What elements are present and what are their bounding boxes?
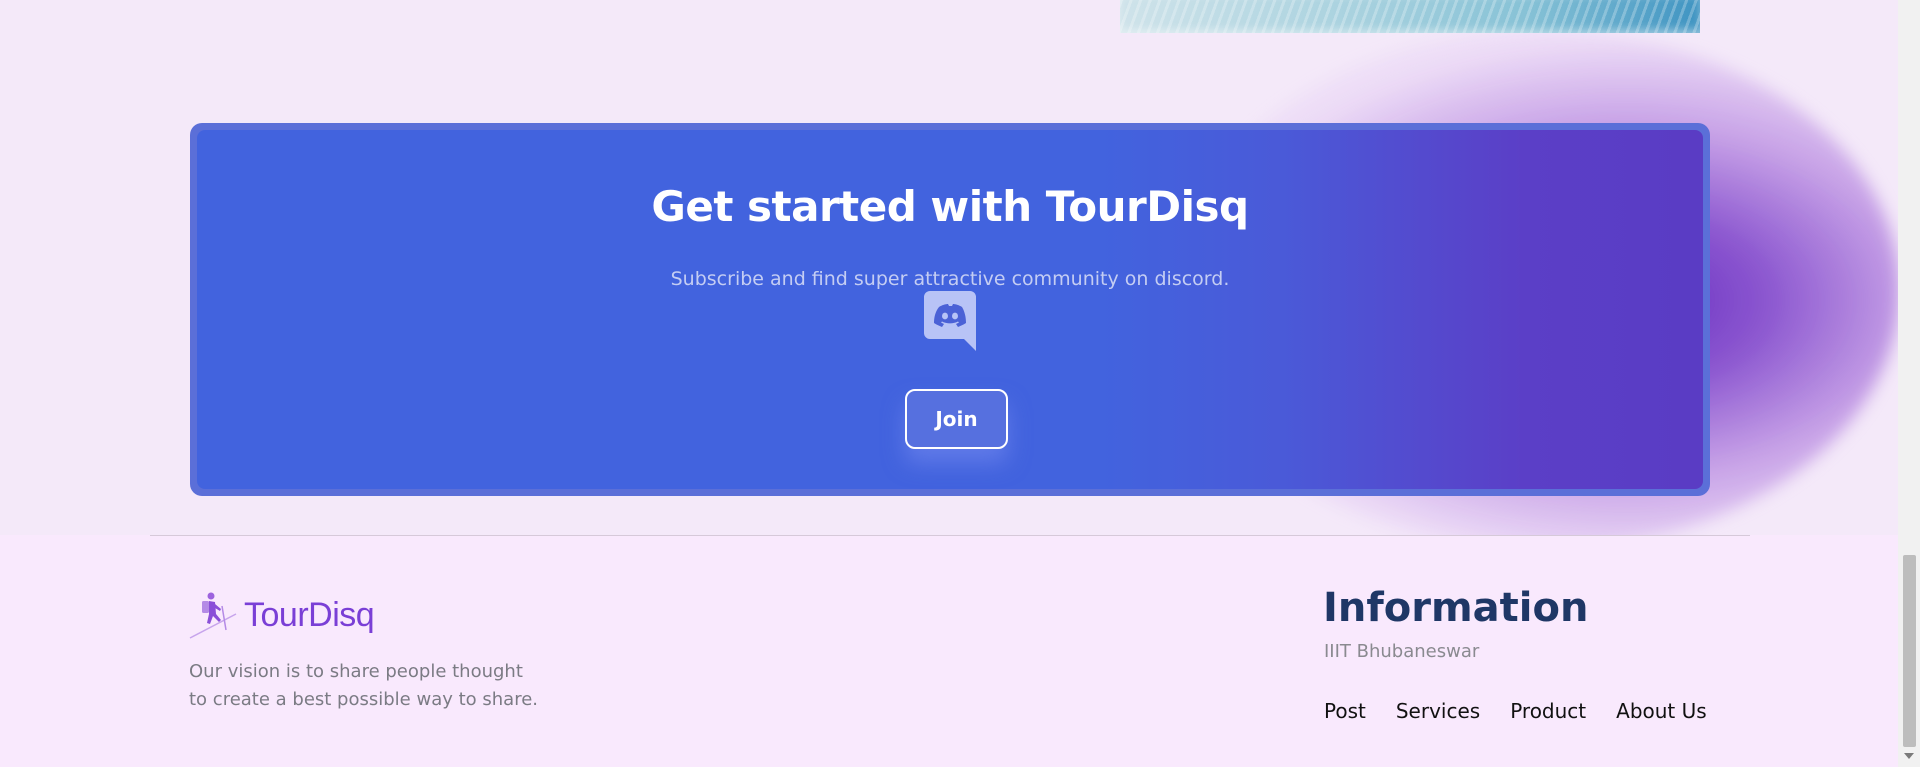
footer-divider	[150, 535, 1750, 536]
hero-image-fragment	[1120, 0, 1700, 33]
footer-link-services[interactable]: Services	[1396, 699, 1480, 723]
information-title: Information	[1323, 585, 1589, 631]
brand-name: TourDisq	[244, 595, 375, 634]
footer-nav: Post Services Product About Us	[1324, 699, 1707, 723]
vision-line: Our vision is to share people thought	[189, 661, 523, 682]
get-started-banner: Get started with TourDisq Subscribe and …	[190, 123, 1710, 496]
vertical-scrollbar[interactable]	[1898, 0, 1920, 767]
page: Get started with TourDisq Subscribe and …	[0, 0, 1898, 767]
discord-icon[interactable]	[924, 291, 976, 351]
get-started-banner-inner: Get started with TourDisq Subscribe and …	[197, 130, 1703, 489]
scroll-down-arrow-icon[interactable]	[1904, 753, 1914, 759]
footer-link-product[interactable]: Product	[1510, 699, 1586, 723]
join-button[interactable]: Join	[905, 389, 1008, 449]
banner-subtitle: Subscribe and find super attractive comm…	[670, 268, 1230, 290]
footer: TourDisq Our vision is to share people t…	[0, 535, 1898, 767]
vision-statement: Our vision is to share people thought to…	[189, 658, 569, 714]
vision-line: to create a best possible way to share.	[189, 689, 539, 710]
scrollbar-thumb[interactable]	[1903, 555, 1916, 747]
hiker-icon	[189, 592, 237, 639]
footer-brand[interactable]: TourDisq	[188, 590, 375, 640]
banner-title: Get started with TourDisq	[651, 182, 1249, 231]
information-address: IIIT Bhubaneswar	[1324, 641, 1480, 662]
footer-link-post[interactable]: Post	[1324, 699, 1366, 723]
footer-link-about-us[interactable]: About Us	[1616, 699, 1707, 723]
